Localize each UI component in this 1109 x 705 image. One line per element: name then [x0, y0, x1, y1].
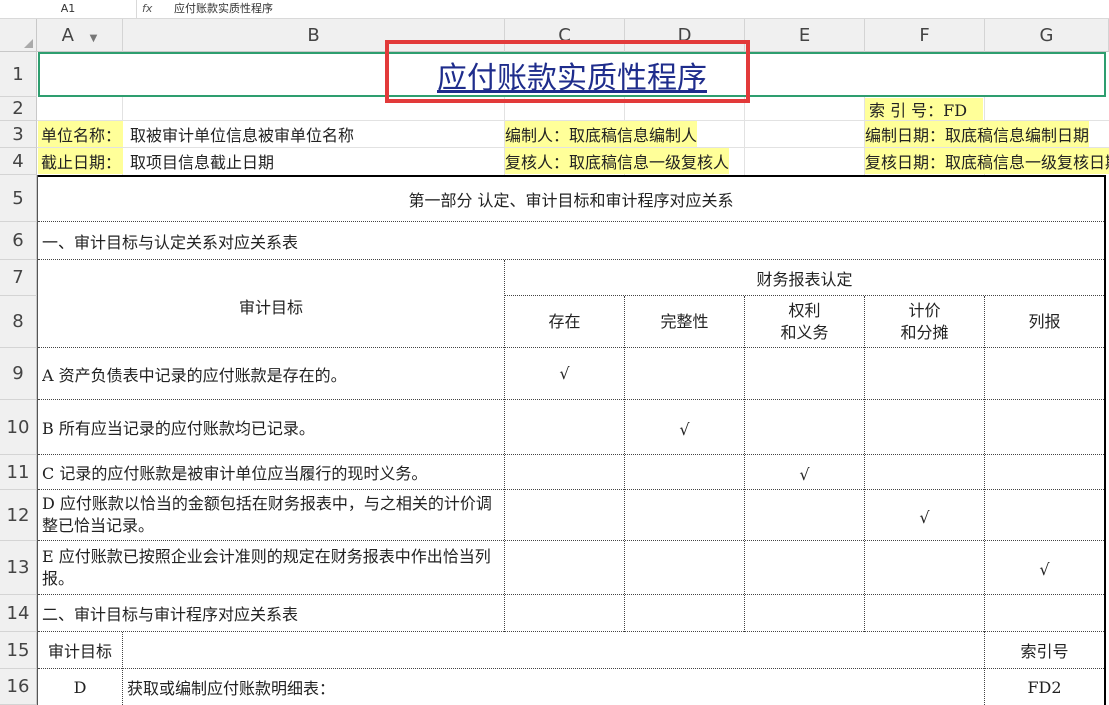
- column-header-g[interactable]: G: [985, 19, 1109, 52]
- check-mark[interactable]: √: [505, 348, 624, 399]
- cutoff-date-value[interactable]: 取项目信息截止日期: [130, 148, 505, 174]
- row-header[interactable]: 3: [0, 121, 37, 148]
- objective-c[interactable]: C 记录的应付账款是被审计单位应当履行的现时义务。: [42, 455, 504, 489]
- row-header[interactable]: 8: [0, 296, 37, 348]
- row-header[interactable]: 4: [0, 148, 37, 175]
- assertion-rights-obligations[interactable]: 权利 和义务: [745, 296, 864, 347]
- row-header[interactable]: 14: [0, 595, 37, 632]
- row-header[interactable]: 5: [0, 175, 37, 222]
- check-mark[interactable]: √: [745, 455, 864, 489]
- prep-date-text: 编制日期：取底稿信息编制日期: [865, 121, 1090, 147]
- section-one-heading[interactable]: 一、审计目标与认定关系对应关系表: [42, 222, 642, 259]
- highlight-box: [385, 40, 750, 103]
- section-two-heading[interactable]: 二、审计目标与审计程序对应关系表: [42, 595, 504, 631]
- row-header[interactable]: 13: [0, 541, 37, 595]
- check-mark[interactable]: √: [985, 541, 1104, 594]
- audit-objective-header[interactable]: 审计目标: [38, 260, 504, 347]
- row-divider: [38, 631, 1104, 632]
- row-header[interactable]: 11: [0, 455, 37, 490]
- unit-name-label[interactable]: 单位名称：: [38, 121, 123, 147]
- preparer-cell[interactable]: 编制人：取底稿信息编制人: [505, 121, 865, 147]
- fx-icon[interactable]: fx: [142, 0, 152, 18]
- column-header-f[interactable]: F: [865, 19, 985, 52]
- row-header[interactable]: 12: [0, 490, 37, 541]
- prep-date-cell[interactable]: 编制日期：取底稿信息编制日期: [865, 121, 1109, 147]
- assertion-valuation[interactable]: 计价 和分摊: [865, 296, 984, 347]
- row-header[interactable]: 15: [0, 632, 37, 669]
- column-header-e[interactable]: E: [745, 19, 865, 52]
- assertions-header[interactable]: 财务报表认定: [505, 260, 1104, 295]
- objective-d[interactable]: D 应付账款以恰当的金额包括在财务报表中，与之相关的计价调整已恰当记录。: [42, 490, 504, 540]
- table-border-left: [37, 175, 38, 705]
- assertion-presentation[interactable]: 列报: [985, 296, 1104, 347]
- col-divider: [122, 632, 123, 705]
- objective-b[interactable]: B 所有应当记录的应付账款均已记录。: [42, 400, 504, 454]
- objective-a[interactable]: A 资产负债表中记录的应付账款是存在的。: [42, 348, 504, 399]
- unit-name-value[interactable]: 取被审计单位信息被审单位名称: [130, 121, 505, 147]
- row-header[interactable]: 10: [0, 400, 37, 455]
- row-header[interactable]: 7: [0, 260, 37, 296]
- row16-index[interactable]: FD2: [985, 669, 1104, 705]
- assertion-completeness[interactable]: 完整性: [625, 296, 744, 347]
- cutoff-date-label[interactable]: 截止日期：: [38, 148, 123, 174]
- column-header-a[interactable]: A ▼: [37, 19, 123, 52]
- select-all-corner[interactable]: [0, 19, 37, 52]
- row16-objective[interactable]: D: [38, 669, 122, 705]
- row-header[interactable]: 9: [0, 348, 37, 400]
- review-date-cell[interactable]: 复核日期：取底稿信息一级复核日期: [865, 148, 1109, 174]
- objective-e[interactable]: E 应付账款已按照企业会计准则的规定在财务报表中作出恰当列报。: [42, 541, 504, 594]
- table2-index-header[interactable]: 索引号: [985, 632, 1104, 668]
- row-header[interactable]: 1: [0, 52, 37, 97]
- check-mark[interactable]: √: [865, 490, 984, 540]
- check-mark[interactable]: √: [625, 400, 744, 454]
- reviewer-cell[interactable]: 复核人：取底稿信息一级复核人: [505, 148, 865, 174]
- assertion-existence[interactable]: 存在: [505, 296, 624, 347]
- table2-objective-header[interactable]: 审计目标: [38, 632, 122, 668]
- name-box[interactable]: A1: [0, 0, 137, 18]
- reviewer-text: 复核人：取底稿信息一级复核人: [505, 148, 730, 174]
- formula-bar: A1 fx 应付账款实质性程序: [0, 0, 1109, 19]
- row-header[interactable]: 16: [0, 669, 37, 705]
- index-number-cell[interactable]: 索 引 号：FD: [865, 98, 983, 120]
- column-label: A: [61, 25, 74, 46]
- row-header[interactable]: 6: [0, 222, 37, 260]
- chevron-down-icon[interactable]: ▼: [90, 33, 98, 44]
- preparer-text: 编制人：取底稿信息编制人: [505, 121, 698, 147]
- row-header[interactable]: 2: [0, 97, 37, 121]
- formula-input[interactable]: 应付账款实质性程序: [174, 0, 273, 18]
- table-border-right: [1104, 175, 1106, 705]
- row16-procedure[interactable]: 获取或编制应付账款明细表：: [127, 669, 984, 705]
- review-date-text: 复核日期：取底稿信息一级复核日期: [865, 148, 1109, 174]
- part-one-heading[interactable]: 第一部分 认定、审计目标和审计程序对应关系: [38, 177, 1104, 221]
